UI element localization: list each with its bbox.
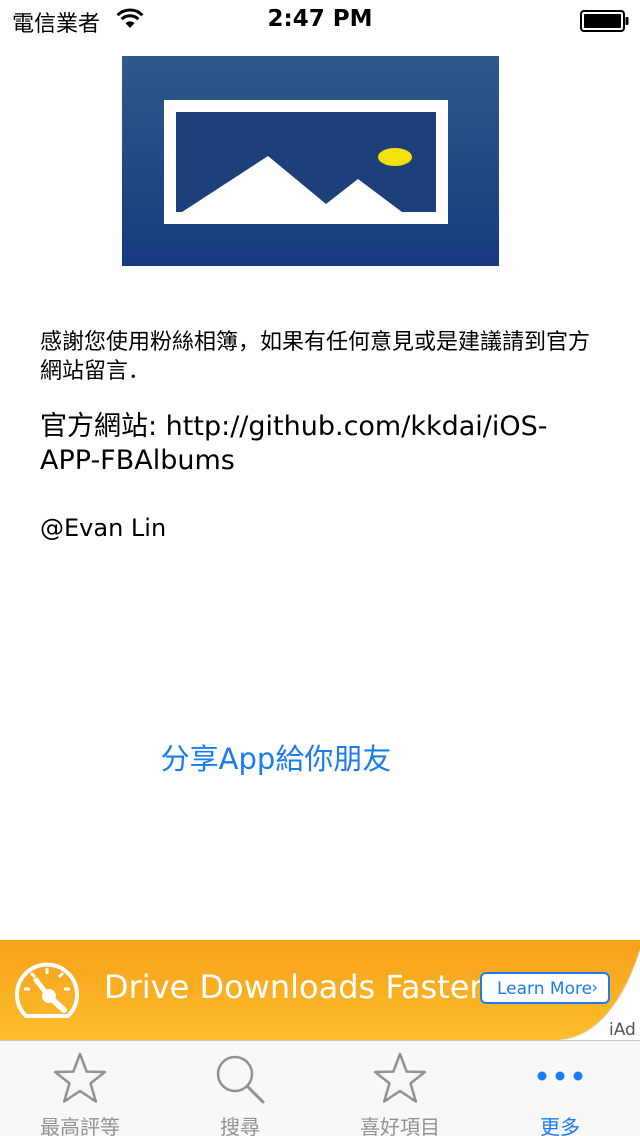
battery-icon <box>580 10 630 36</box>
share-app-button[interactable]: 分享App給你朋友 <box>0 736 552 778</box>
chevron-right-icon: › <box>591 978 598 998</box>
tab-label: 搜尋 <box>220 1115 260 1136</box>
ad-learn-more-label: Learn More <box>497 979 593 999</box>
star-icon <box>372 1051 428 1111</box>
website-link[interactable]: 官方網站: http://github.com/kkdai/iOS-APP-FB… <box>40 410 600 478</box>
status-bar: 電信業者 2:47 PM <box>0 0 640 40</box>
author-credit: @Evan Lin <box>40 514 167 542</box>
tab-top-rated[interactable]: 最高評等 <box>0 1041 160 1136</box>
status-time: 2:47 PM <box>267 6 373 32</box>
app-screen: 電信業者 2:47 PM 感謝您使用粉絲相簿，如果有任何意見或是建議請到官方網站… <box>0 0 640 1136</box>
ad-banner[interactable]: Drive Downloads Faster Learn More › iAd <box>0 940 640 1040</box>
ad-learn-more-button[interactable]: Learn More › <box>480 972 610 1004</box>
thanks-message: 感謝您使用粉絲相簿，如果有任何意見或是建議請到官方網站留言． <box>40 330 591 384</box>
tab-favorites[interactable]: 喜好項目 <box>320 1041 480 1136</box>
photo-placeholder-image <box>122 56 499 266</box>
tab-bar: 最高評等 搜尋 喜好項目 更多 <box>0 1040 640 1136</box>
tab-search[interactable]: 搜尋 <box>160 1041 320 1136</box>
tab-label: 最高評等 <box>40 1115 120 1136</box>
tab-label: 更多 <box>540 1115 580 1136</box>
iad-label: iAd <box>609 1020 636 1040</box>
search-icon <box>212 1051 268 1111</box>
tab-label: 喜好項目 <box>360 1115 440 1136</box>
speedometer-icon <box>12 958 82 1026</box>
ad-headline: Drive Downloads Faster <box>104 968 483 1006</box>
star-icon <box>52 1051 108 1111</box>
tab-more[interactable]: 更多 <box>480 1041 640 1136</box>
more-icon <box>532 1051 588 1111</box>
